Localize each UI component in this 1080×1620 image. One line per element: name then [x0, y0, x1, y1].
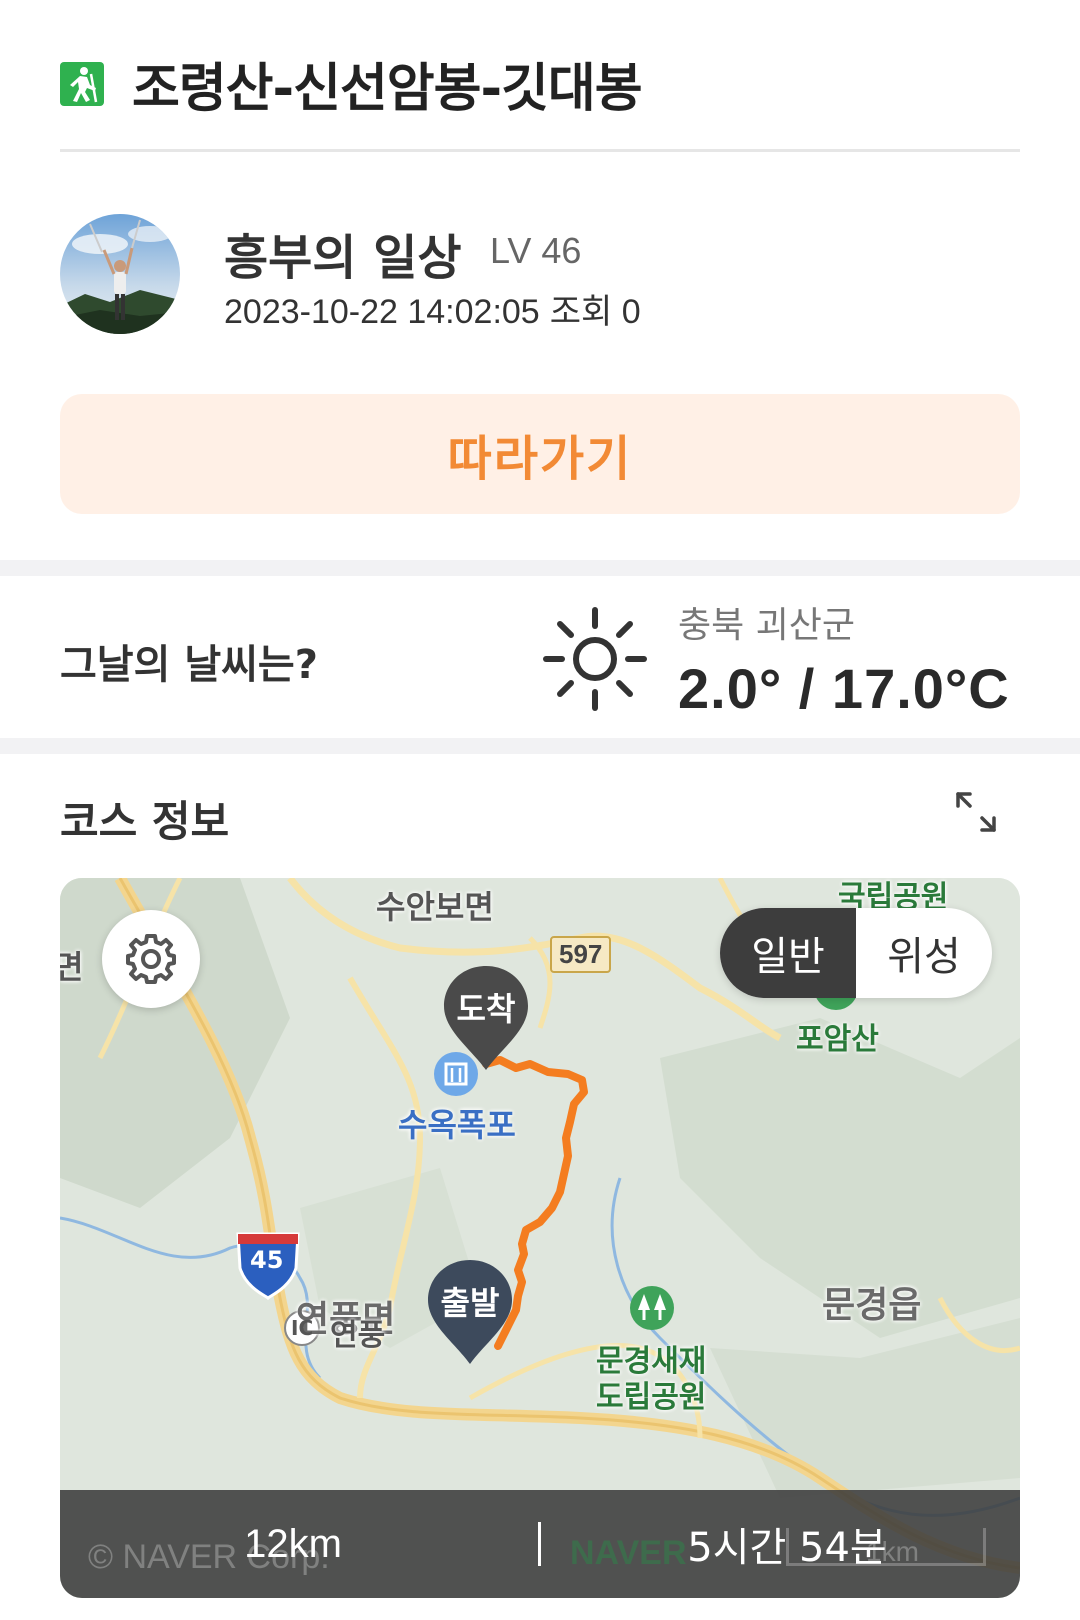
- user-level-badge: LV 46: [490, 230, 582, 271]
- section-divider: [0, 738, 1080, 754]
- arrival-pin-label: 도착: [456, 990, 516, 1028]
- weather-label: 그날의 날씨는?: [60, 642, 318, 688]
- map-copyright: © NAVER Corp.: [88, 1538, 330, 1576]
- section-divider: [0, 560, 1080, 576]
- username[interactable]: 흥부의 일상: [224, 218, 462, 288]
- map-type-normal[interactable]: 일반: [720, 908, 856, 998]
- map-type-satellite[interactable]: 위성: [856, 908, 992, 998]
- expand-icon[interactable]: [954, 790, 998, 834]
- author-profile: 흥부의 일상 LV 46 2023-10-22 14:02:05 조회 0: [60, 212, 1020, 342]
- map-label-suanbo: 수안보면: [376, 888, 494, 926]
- map-scale-label: 1km: [866, 1536, 919, 1567]
- map-label-yeonpung: 연풍: [330, 1318, 386, 1353]
- map-label-saejae-2: 도립공원: [596, 1380, 707, 1415]
- map-label-poam: 포암산: [796, 1022, 879, 1057]
- follow-course-button[interactable]: 따라가기: [60, 394, 1020, 514]
- departure-pin-label: 출발: [440, 1284, 500, 1322]
- map-label-mungyeong-eup: 문경읍: [822, 1285, 922, 1326]
- naver-logo: NAVER: [570, 1534, 687, 1572]
- avatar[interactable]: [60, 214, 180, 334]
- map-label-suok-falls: 수옥폭포: [398, 1106, 516, 1144]
- temperature-range: 2.0° / 17.0°C: [678, 657, 1010, 720]
- map-settings-button[interactable]: [102, 910, 200, 1008]
- weather-region: 충북 괴산군: [678, 605, 856, 646]
- map-label-left-edge: 면: [60, 948, 84, 986]
- departure-pin[interactable]: 출발: [424, 1256, 516, 1368]
- ic-label: IC: [291, 1316, 314, 1340]
- view-count: 조회 0: [549, 293, 641, 331]
- post-meta: 2023-10-22 14:02:05 조회 0: [224, 284, 651, 333]
- stats-divider: [538, 1522, 541, 1566]
- hiking-icon: [60, 62, 104, 106]
- course-info-title: 코스 정보: [60, 797, 230, 846]
- arrival-pin[interactable]: 도착: [440, 962, 532, 1074]
- map-type-toggle[interactable]: 일반 위성: [720, 908, 992, 998]
- page-header: 조령산-신선암봉-깃대봉: [60, 40, 1020, 152]
- sun-icon: [542, 606, 648, 712]
- course-map[interactable]: 수안보면 국립공원 면 597 포암산 수옥폭포 45 연풍면 IC 연풍 문경…: [60, 878, 1020, 1598]
- highway-45-label: 45: [250, 1246, 284, 1274]
- gear-icon: [126, 934, 176, 984]
- page-title: 조령산-신선암봉-깃대봉: [132, 59, 643, 119]
- road-597-badge: 597: [550, 936, 612, 973]
- post-datetime: 2023-10-22 14:02:05: [224, 293, 540, 331]
